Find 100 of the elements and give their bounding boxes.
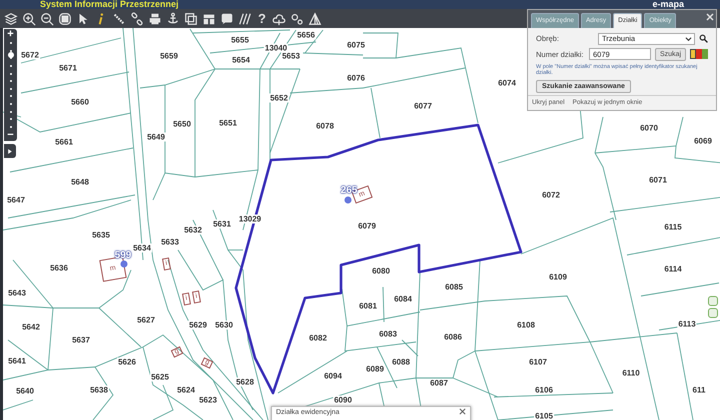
parcel-number: 6105 — [534, 412, 554, 420]
parcel-number: 5638 — [89, 386, 109, 394]
full-extent-icon[interactable] — [58, 12, 72, 26]
parcel-number: 5651 — [218, 118, 238, 128]
brand-name: e-mapa — [652, 0, 684, 9]
play-icon — [7, 148, 13, 154]
parcel-number: 5633 — [160, 238, 180, 246]
anchor-icon[interactable] — [166, 12, 180, 26]
zoom-out-button[interactable]: − — [7, 130, 14, 141]
parcel-number: 6088 — [391, 358, 411, 366]
style-swatch[interactable] — [702, 49, 708, 60]
parcel-number: 6076 — [346, 74, 366, 82]
parcel-number: 6075 — [346, 40, 366, 50]
parcel-number: 6106 — [534, 386, 554, 394]
parcel-number: 611 — [692, 386, 706, 394]
point-marker-icon[interactable] — [344, 196, 352, 204]
hatch-icon[interactable] — [238, 12, 252, 26]
layers-icon[interactable] — [4, 12, 18, 26]
style-swatch[interactable] — [690, 49, 696, 60]
parcel-number: 6113 — [677, 320, 697, 328]
close-icon[interactable] — [459, 408, 466, 415]
zoom-out-icon[interactable] — [40, 12, 54, 26]
parcel-number: 13040 — [264, 44, 288, 52]
parcel-number: 6107 — [528, 358, 548, 366]
parcel-number: 5640 — [15, 386, 35, 396]
parcel-number: 5671 — [58, 64, 78, 72]
style-swatch[interactable] — [696, 49, 702, 60]
parcel-number: 6115 — [663, 222, 683, 232]
parcel-number: 5659 — [159, 52, 179, 60]
parcel-number: 5629 — [188, 320, 208, 330]
parcel-number: 5648 — [70, 178, 90, 186]
zoom-in-icon[interactable] — [22, 12, 36, 26]
document-icon[interactable] — [184, 12, 198, 26]
link-icon[interactable] — [130, 12, 144, 26]
parcel-number: 5642 — [21, 322, 41, 332]
parcel-number: 6090 — [333, 396, 353, 404]
parcel-number: 5649 — [146, 132, 166, 142]
parcel-number: 6077 — [413, 102, 433, 110]
app-title: System Informacji Przestrzennej — [40, 0, 179, 9]
parcel-number: 6114 — [663, 264, 683, 274]
parcel-number: 5655 — [230, 36, 250, 44]
parcel-number: 5650 — [172, 120, 192, 128]
parcel-number: 5632 — [183, 226, 203, 234]
settings-icon[interactable] — [290, 12, 304, 26]
parcel-number: 6070 — [639, 124, 659, 132]
parcel-number: 5672 — [20, 50, 40, 60]
parcel-number: 6086 — [443, 332, 463, 342]
speech-bubble-icon[interactable] — [220, 12, 234, 26]
parcel-number: 6089 — [365, 364, 385, 374]
parcel-number: 5653 — [281, 52, 301, 60]
help-button[interactable]: ? — [256, 12, 268, 26]
parcel-number: 6072 — [541, 190, 561, 200]
parcel-number: 5643 — [7, 288, 27, 298]
triangle-icon[interactable] — [308, 12, 322, 26]
parcel-number: 5661 — [54, 138, 74, 146]
parcel-number: 6084 — [393, 294, 413, 304]
panel-toggle-button[interactable] — [4, 144, 16, 158]
parcel-number: 5630 — [214, 320, 234, 330]
parcel-number: 5636 — [49, 264, 69, 272]
parcel-number: 5623 — [198, 396, 218, 404]
parcel-number: 5631 — [212, 220, 232, 228]
parcel-number: 6074 — [497, 78, 517, 88]
parcel-number: 5656 — [296, 30, 316, 40]
parcel-number: 6069 — [693, 136, 713, 146]
parcel-number: 5624 — [176, 386, 196, 394]
point-marker-icon[interactable] — [120, 260, 128, 268]
zoom-slider-thumb[interactable] — [8, 52, 14, 58]
parcel-number: 6080 — [371, 266, 391, 276]
parcel-number: 6109 — [548, 272, 568, 282]
parcel-number: 13029 — [238, 214, 262, 224]
parcel-number: 5654 — [231, 56, 251, 64]
parcel-number: 5625 — [150, 372, 170, 382]
parcel-number: 5627 — [136, 316, 156, 324]
ruler-icon[interactable] — [112, 12, 126, 26]
parcel-number: 5660 — [70, 98, 90, 106]
layout-icon[interactable] — [202, 12, 216, 26]
parcel-number: 5647 — [6, 196, 26, 204]
parcel-number: 6079 — [357, 222, 377, 230]
parcel-number: 5635 — [91, 230, 111, 240]
parcel-number: 5641 — [7, 356, 27, 366]
parcel-number: 5637 — [71, 336, 91, 344]
parcel-number: 6094 — [323, 372, 343, 380]
search-icon[interactable] — [699, 34, 708, 44]
parcel-number: 5626 — [117, 358, 137, 366]
cloud-icon[interactable] — [272, 12, 286, 26]
parcel-number: 6110 — [621, 368, 641, 378]
parcel-number: 6083 — [378, 330, 398, 338]
zoom-slider-track[interactable] — [8, 40, 12, 130]
zoom-in-button[interactable]: + — [7, 29, 14, 40]
parcel-number: 6078 — [315, 122, 335, 130]
parcel-number: 6108 — [516, 320, 536, 330]
parcel-number: 6071 — [648, 176, 668, 184]
caret-icon — [685, 36, 692, 42]
parcel-number: 5652 — [269, 94, 289, 102]
print-icon[interactable] — [148, 12, 162, 26]
parcel-number: 6087 — [429, 378, 449, 388]
parcel-number: 6085 — [444, 282, 464, 292]
parcel-number: 5628 — [235, 378, 255, 386]
parcel-number: 6082 — [308, 334, 328, 342]
parcel-number: 5634 — [132, 244, 152, 252]
